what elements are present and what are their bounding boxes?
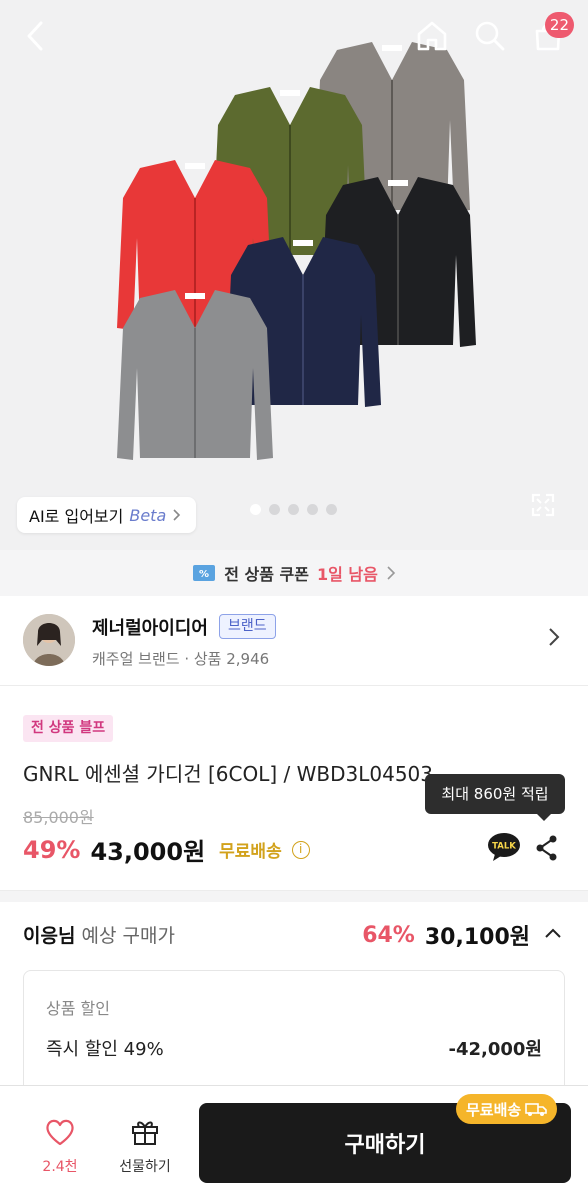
brand-subtitle: 캐주얼 브랜드 · 상품 2,946 [92,650,270,668]
back-button[interactable] [14,14,58,58]
info-icon[interactable]: i [291,840,310,859]
cart-button[interactable]: 22 [526,12,574,58]
estimated-price-label: 이응님 예상 구매가 [23,921,175,948]
product-photo [117,42,476,460]
coupon-banner[interactable]: % 전 상품 쿠폰 1일 남음 [0,550,588,596]
search-icon [475,21,505,51]
estimated-price-row[interactable]: 이응님 예상 구매가 64% 30,100원 [0,902,588,966]
slide-dot[interactable] [326,504,337,515]
slide-dot[interactable] [269,504,280,515]
search-button[interactable] [468,14,512,58]
estimated-price: 30,100원 [424,925,530,950]
gift-icon [132,1121,158,1145]
coupon-icon: % [193,565,216,581]
gift-label: 선물하기 [119,1159,171,1175]
brand-avatar [23,614,75,666]
discount-heading: 상품 할인 [46,999,110,1018]
section-divider [0,890,588,902]
sale-price: 43,000원 [90,838,206,866]
truck-icon [525,1103,548,1116]
heart-icon [46,1119,74,1146]
price-row: 49% 43,000원 무료배송 i [23,832,310,867]
promo-tag: 전 상품 블프 [23,715,114,742]
beta-label: Beta [129,505,167,525]
ai-try-on-button[interactable]: AI로 입어보기 Beta [17,497,197,533]
slide-dot[interactable] [307,504,318,515]
brand-row[interactable]: 제너럴아이디어 브랜드 캐주얼 브랜드 · 상품 2,946 [0,596,588,686]
home-icon [417,21,447,51]
like-button[interactable]: 2.4천 [26,1118,94,1176]
back-icon [27,21,43,51]
original-price: 85,000원 [23,808,94,827]
points-tooltip: 최대 860원 적립 [425,774,565,821]
coupon-text: 전 상품 쿠폰 [224,565,309,584]
kakao-talk-icon[interactable]: TALK [487,832,521,862]
svg-text:%: % [199,569,209,580]
estimated-discount: 64% [362,922,415,948]
like-count: 2.4천 [42,1159,78,1175]
slide-dot[interactable] [288,504,299,515]
estimated-price-values: 64% 30,100원 [362,919,530,951]
buy-shipping-badge: 무료배송 [456,1094,558,1124]
ai-try-on-label: AI로 입어보기 [29,507,124,526]
brand-tag: 브랜드 [219,614,276,639]
gift-button[interactable]: 선물하기 [110,1118,180,1176]
product-title: GNRL 에센셜 가디건 [6COL] / WBD3L04503 [23,762,433,786]
cart-count-badge: 22 [544,12,574,38]
product-image-gallery[interactable]: 22 AI로 입어보기 Beta [0,0,588,550]
estimate-caption: 예상 구매가 [81,925,175,947]
discount-rate: 49% [23,835,81,864]
slide-dot[interactable] [250,504,261,515]
instant-discount-value: -42,000원 [448,1039,543,1060]
brand-name: 제너럴아이디어 [92,618,208,639]
home-button[interactable] [410,14,454,58]
share-icon[interactable] [535,834,559,862]
coupon-time-left: 1일 남음 [316,565,378,584]
instant-discount-label: 즉시 할인 49% [46,1039,164,1060]
chevron-right-icon [173,509,181,521]
user-name: 이응님 [23,925,76,947]
chevron-up-icon[interactable] [543,924,563,942]
slide-indicator [250,504,337,515]
chevron-right-icon [387,566,395,580]
talk-label: TALK [492,842,516,852]
chevron-right-icon [549,628,560,646]
buy-shipping-label: 무료배송 [466,1100,522,1119]
fullscreen-icon[interactable] [529,491,557,519]
free-shipping-label: 무료배송 [219,842,282,862]
